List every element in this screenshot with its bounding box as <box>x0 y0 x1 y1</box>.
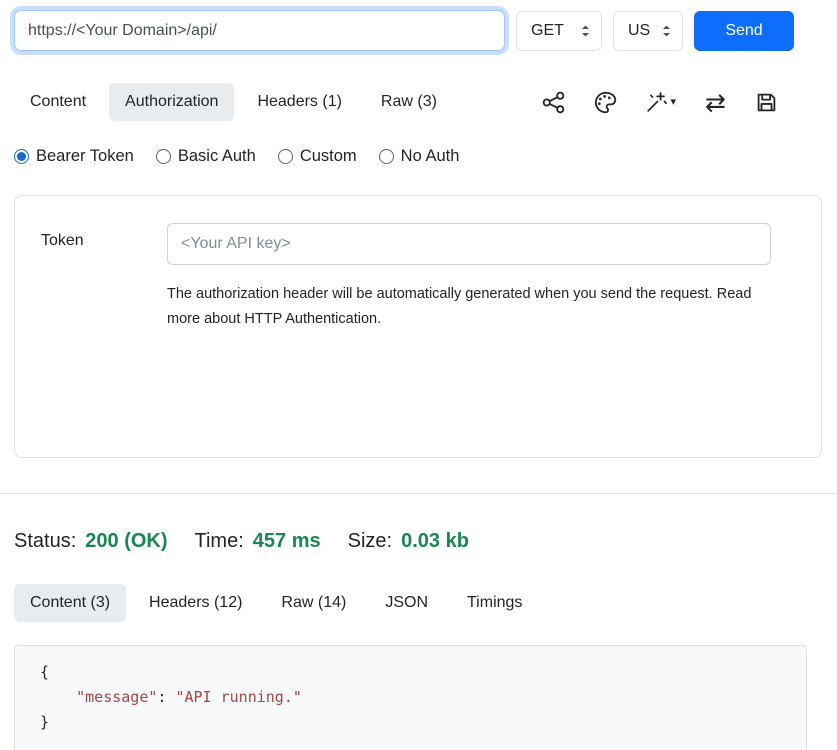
status-label: Status: <box>14 530 76 553</box>
tab-response-content[interactable]: Content (3) <box>14 584 126 622</box>
method-select[interactable]: GET <box>516 11 602 51</box>
request-bar: GET US Send <box>14 10 822 51</box>
radio-icon <box>379 149 394 164</box>
request-tabs: Content Authorization Headers (1) Raw (3… <box>14 83 822 121</box>
auth-option-label: Basic Auth <box>178 147 256 166</box>
auth-option-label: No Auth <box>401 147 460 166</box>
json-value: "API running." <box>175 688 301 706</box>
token-input[interactable] <box>167 223 771 265</box>
share-icon[interactable] <box>542 91 565 114</box>
updown-chevrons-icon <box>660 23 673 39</box>
time-label: Time: <box>195 530 244 553</box>
auth-option-no-auth[interactable]: No Auth <box>379 147 460 166</box>
auth-option-basic-auth[interactable]: Basic Auth <box>156 147 256 166</box>
auth-type-group: Bearer Token Basic Auth Custom No Auth <box>14 147 822 166</box>
updown-chevrons-icon <box>579 23 592 39</box>
radio-icon <box>156 149 171 164</box>
region-select[interactable]: US <box>613 11 683 51</box>
send-button[interactable]: Send <box>694 11 794 51</box>
radio-selected-icon <box>14 149 29 164</box>
auth-option-label: Bearer Token <box>36 147 134 166</box>
time-value: 457 ms <box>253 530 321 553</box>
status-value: 200 (OK) <box>85 530 167 553</box>
token-column: The authorization header will be automat… <box>167 223 771 430</box>
tab-content[interactable]: Content <box>14 83 102 121</box>
token-label: Token <box>41 223 167 430</box>
api-client-page: GET US Send Content Authorization Header… <box>0 0 837 750</box>
url-input[interactable] <box>14 10 505 51</box>
tab-raw[interactable]: Raw (3) <box>365 83 453 121</box>
tab-response-json[interactable]: JSON <box>369 584 444 622</box>
auth-option-label: Custom <box>300 147 357 166</box>
response-tabs: Content (3) Headers (12) Raw (14) JSON T… <box>14 584 822 622</box>
size-value: 0.03 kb <box>401 530 469 553</box>
auth-help-text: The authorization header will be automat… <box>167 282 769 333</box>
chevron-down-icon: ▾ <box>671 97 677 108</box>
method-select-value: GET <box>531 22 564 40</box>
magic-wand-icon[interactable]: ▾ <box>646 91 677 113</box>
section-divider <box>0 493 837 494</box>
tab-response-raw[interactable]: Raw (14) <box>265 584 362 622</box>
code-line: { <box>40 660 806 685</box>
save-icon[interactable] <box>755 91 778 114</box>
tab-response-headers[interactable]: Headers (12) <box>133 584 258 622</box>
code-line: } <box>40 710 806 735</box>
tab-authorization[interactable]: Authorization <box>109 83 234 121</box>
radio-icon <box>278 149 293 164</box>
request-toolbar: ▾ ⇄ <box>542 90 822 115</box>
swap-arrows-icon[interactable]: ⇄ <box>705 90 726 115</box>
response-status-row: Status: 200 (OK) Time: 457 ms Size: 0.03… <box>14 530 822 553</box>
json-key: "message" <box>76 688 157 706</box>
tab-headers[interactable]: Headers (1) <box>241 83 357 121</box>
tab-response-timings[interactable]: Timings <box>451 584 538 622</box>
size-label: Size: <box>348 530 392 553</box>
palette-icon[interactable] <box>594 91 617 114</box>
response-body: { "message": "API running." } <box>14 645 807 750</box>
auth-panel: Token The authorization header will be a… <box>14 195 822 458</box>
auth-option-bearer-token[interactable]: Bearer Token <box>14 147 134 166</box>
code-line: "message": "API running." <box>40 685 806 710</box>
region-select-value: US <box>628 22 650 40</box>
auth-option-custom[interactable]: Custom <box>278 147 357 166</box>
